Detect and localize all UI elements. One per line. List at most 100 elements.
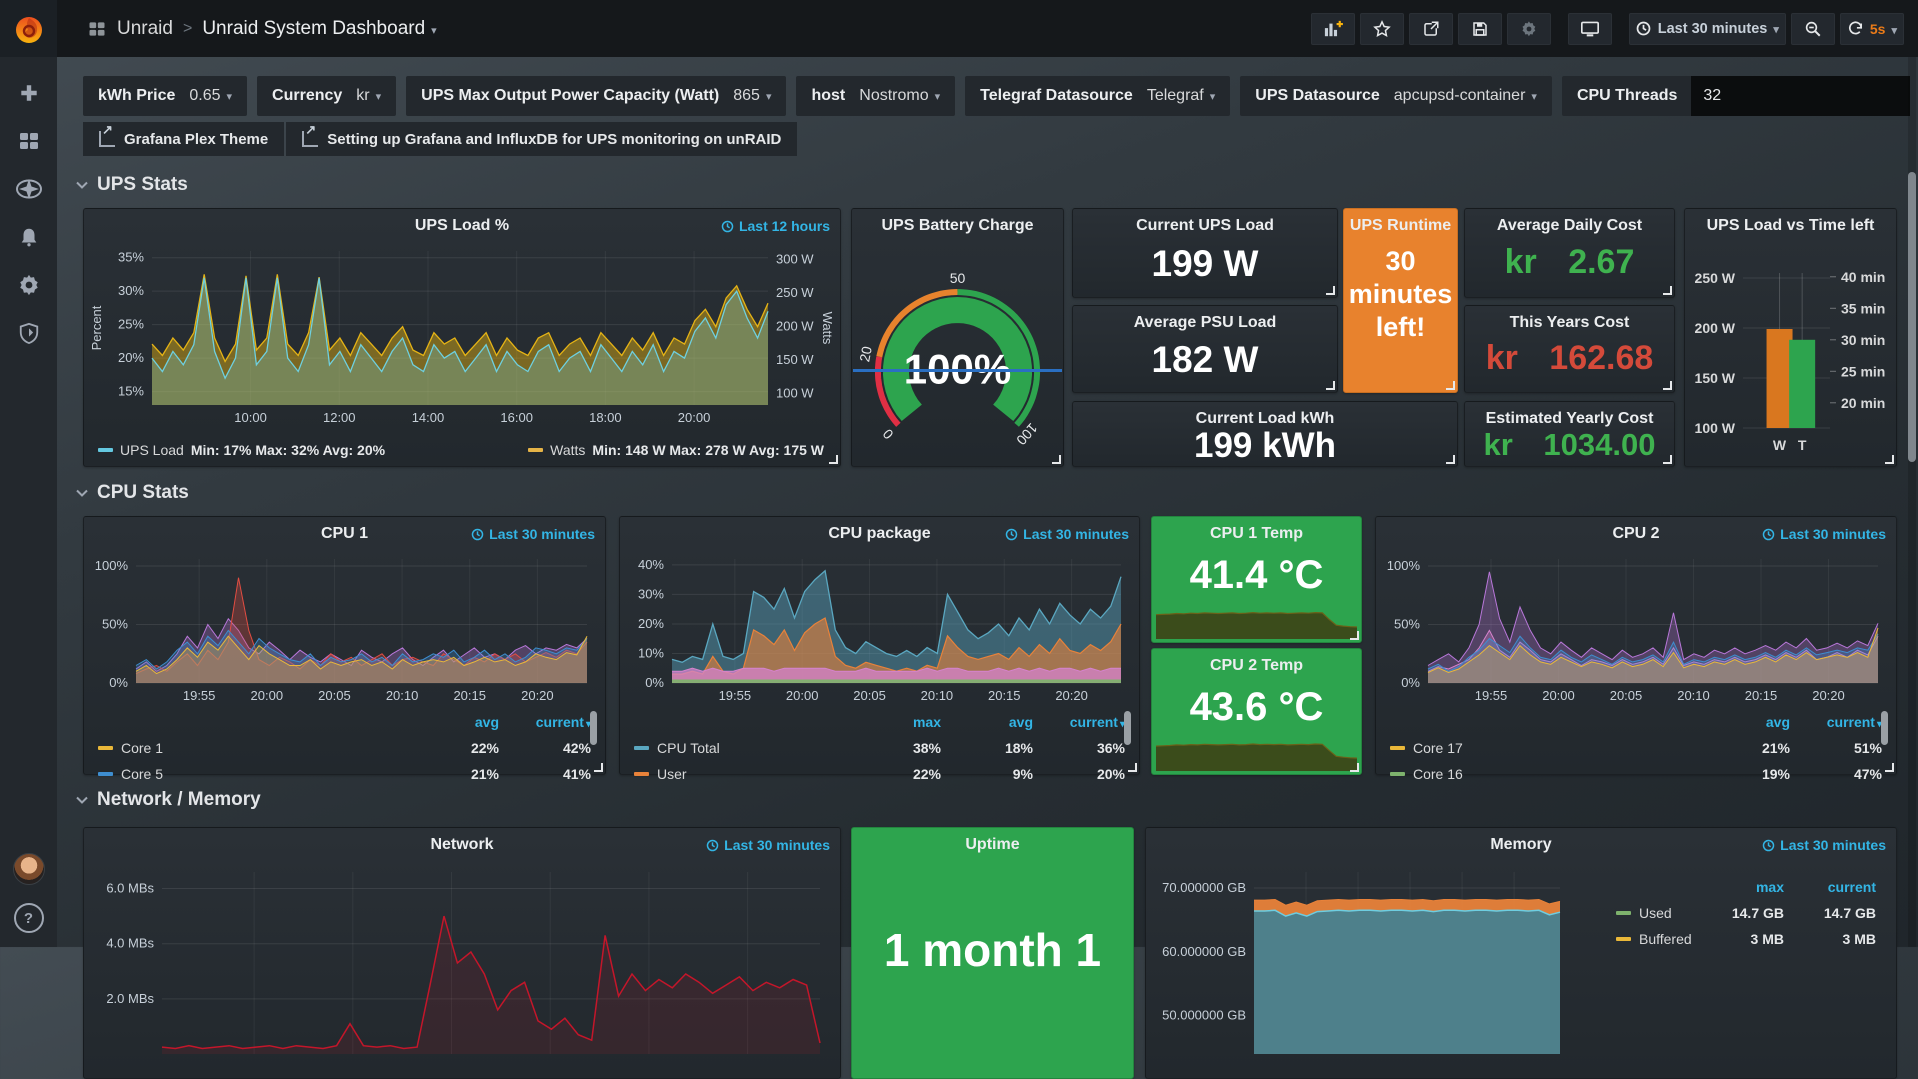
link-ups-monitoring-guide[interactable]: Setting up Grafana and InfluxDB for UPS … [286, 122, 797, 156]
panel-title[interactable]: CPU 2 Temp [1152, 657, 1361, 675]
panel-resize-handle[interactable] [1326, 286, 1335, 295]
explore-compass-icon[interactable] [15, 175, 43, 203]
legend-col-max[interactable]: max [857, 714, 941, 730]
panel-ups-load-percent: UPS Load % Last 12 hours 10:0012:0014:00… [83, 208, 841, 467]
cpu-2-chart[interactable]: 19:5520:0020:0520:1020:1520:200%50%100% [1380, 549, 1892, 707]
scrollbar-thumb[interactable] [1908, 172, 1916, 462]
panel-resize-handle[interactable] [1326, 381, 1335, 390]
zoom-out-button[interactable] [1791, 13, 1835, 45]
legend-swatch [528, 448, 543, 452]
variable-ups-max-output[interactable]: UPS Max Output Power Capacity (Watt) 865 [406, 76, 786, 116]
panel-resize-handle[interactable] [1663, 286, 1672, 295]
panel-time-range[interactable]: Last 30 minutes [471, 526, 595, 542]
page-scrollbar[interactable] [1908, 57, 1916, 947]
add-panel-button[interactable] [1311, 13, 1355, 45]
legend-col-current[interactable]: current [1798, 714, 1882, 730]
alerting-bell-icon[interactable] [15, 223, 43, 251]
refresh-interval-label[interactable]: 5s [1870, 21, 1897, 37]
server-admin-shield-icon[interactable] [15, 319, 43, 347]
legend-row-cpu-total[interactable]: CPU Total 38% 18% 36% [634, 735, 1125, 761]
panel-title[interactable]: Estimated Yearly Cost [1465, 410, 1674, 428]
panel-resize-handle[interactable] [594, 763, 603, 772]
section-network-memory[interactable]: Network / Memory [76, 789, 261, 811]
panel-resize-handle[interactable] [1663, 455, 1672, 464]
panel-time-range[interactable]: Last 30 minutes [1762, 526, 1886, 542]
kiosk-tv-button[interactable] [1568, 13, 1612, 45]
dashboard-title[interactable]: Unraid System Dashboard [202, 18, 436, 40]
legend-scrollbar[interactable] [1881, 711, 1888, 745]
help-icon[interactable]: ? [14, 903, 44, 933]
cpu-1-chart[interactable]: 19:5520:0020:0520:1020:1520:200%50%100% [88, 549, 601, 707]
panel-resize-handle[interactable] [1446, 455, 1455, 464]
legend-scrollbar[interactable] [590, 711, 597, 745]
legend-row-buffered[interactable]: Buffered 3 MB 3 MB [1616, 926, 1876, 952]
legend-row-user[interactable]: User 22% 9% 20% [634, 761, 1125, 787]
panel-resize-handle[interactable] [1885, 763, 1894, 772]
network-chart[interactable]: 2.0 MBs4.0 MBs6.0 MBs [88, 862, 836, 1062]
legend-col-current[interactable]: current [1792, 879, 1876, 895]
legend-col-avg[interactable]: avg [1706, 714, 1790, 730]
legend-col-avg[interactable]: avg [415, 714, 499, 730]
legend-col-avg[interactable]: avg [949, 714, 1033, 730]
section-ups-stats[interactable]: UPS Stats [76, 174, 188, 196]
legend-item-watts[interactable]: Watts Min: 148 W Max: 278 W Avg: 175 W [528, 442, 824, 458]
panel-title[interactable]: Average PSU Load [1073, 314, 1337, 332]
panel-title[interactable]: UPS Battery Charge [852, 217, 1063, 235]
user-avatar[interactable] [13, 853, 45, 885]
panel-resize-handle[interactable] [1350, 763, 1359, 772]
panel-time-range[interactable]: Last 12 hours [721, 218, 830, 234]
panel-resize-handle[interactable] [829, 455, 838, 464]
svg-text:20:20: 20:20 [521, 688, 554, 703]
ups-load-chart[interactable]: 10:0012:0014:0016:0018:0020:0015%20%25%3… [88, 241, 836, 429]
legend-col-current[interactable]: current [1041, 714, 1125, 730]
legend-row-used[interactable]: Used 14.7 GB 14.7 GB [1616, 900, 1876, 926]
legend-row-core-5[interactable]: Core 5 21% 41% [98, 761, 591, 787]
panel-resize-handle[interactable] [1128, 763, 1137, 772]
share-dashboard-button[interactable] [1409, 13, 1453, 45]
legend-col-max[interactable]: max [1700, 879, 1784, 895]
panel-title[interactable]: UPS Runtime [1344, 217, 1457, 235]
panel-resize-handle[interactable] [1446, 381, 1455, 390]
cpu-package-chart[interactable]: 19:5520:0020:0520:1020:1520:200%10%20%30… [624, 549, 1135, 707]
time-range-picker[interactable]: Last 30 minutes [1629, 13, 1786, 45]
save-dashboard-button[interactable] [1458, 13, 1502, 45]
variable-currency[interactable]: Currency kr [257, 76, 396, 116]
memory-chart[interactable]: 50.000000 GB60.000000 GB70.000000 GB [1150, 862, 1570, 1062]
dashboards-icon[interactable] [15, 127, 43, 155]
panel-resize-handle[interactable] [1663, 381, 1672, 390]
panel-resize-handle[interactable] [1052, 455, 1061, 464]
panel-title[interactable]: Uptime [852, 836, 1133, 854]
panel-resize-handle[interactable] [1350, 631, 1359, 640]
breadcrumb-folder[interactable]: Unraid [117, 18, 173, 40]
grafana-logo[interactable] [0, 0, 57, 57]
panel-title[interactable]: CPU 1 Temp [1152, 525, 1361, 543]
legend-row-core-1[interactable]: Core 1 22% 42% [98, 735, 591, 761]
panel-title[interactable]: Current UPS Load [1073, 217, 1337, 235]
dashboard-settings-button[interactable] [1507, 13, 1551, 45]
panel-resize-handle[interactable] [1885, 455, 1894, 464]
variable-kwh-price[interactable]: kWh Price 0.65 [83, 76, 247, 116]
panel-title[interactable]: This Years Cost [1465, 314, 1674, 332]
panel-time-range[interactable]: Last 30 minutes [1005, 526, 1129, 542]
configuration-gear-icon[interactable] [15, 271, 43, 299]
legend-col-current[interactable]: current [507, 714, 591, 730]
variable-telegraf-datasource[interactable]: Telegraf Datasource Telegraf [965, 76, 1230, 116]
legend-item-ups-load[interactable]: UPS Load Min: 17% Max: 32% Avg: 20% [98, 442, 385, 458]
variable-ups-datasource[interactable]: UPS Datasource apcupsd-container [1240, 76, 1552, 116]
section-cpu-stats[interactable]: CPU Stats [76, 482, 189, 504]
panel-time-range[interactable]: Last 30 minutes [706, 837, 830, 853]
variable-host[interactable]: host Nostromo [796, 76, 955, 116]
legend-row-core-17[interactable]: Core 17 21% 51% [1390, 735, 1882, 761]
refresh-button[interactable]: 5s [1840, 13, 1904, 45]
star-dashboard-button[interactable] [1360, 13, 1404, 45]
ups-load-vs-time-chart[interactable]: 100 W150 W200 W250 W20 min25 min30 min35… [1687, 237, 1894, 462]
legend-scrollbar[interactable] [1124, 711, 1131, 745]
panel-time-range[interactable]: Last 30 minutes [1762, 837, 1886, 853]
legend-row-core-16[interactable]: Core 16 19% 47% [1390, 761, 1882, 787]
panel-title[interactable]: UPS Load vs Time left [1685, 217, 1896, 235]
cpu-threads-input[interactable] [1691, 76, 1910, 116]
link-grafana-plex-theme[interactable]: Grafana Plex Theme [83, 122, 284, 156]
ups-battery-gauge[interactable]: 02050100100% [854, 239, 1061, 460]
panel-title[interactable]: Average Daily Cost [1465, 217, 1674, 235]
create-plus-icon[interactable] [15, 79, 43, 107]
